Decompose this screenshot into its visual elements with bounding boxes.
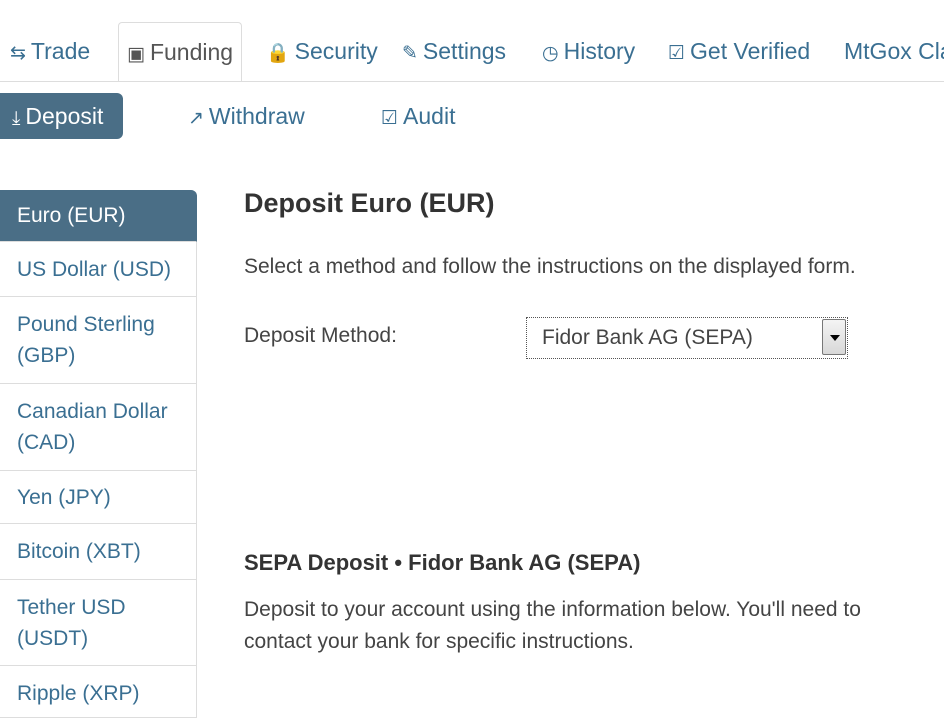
audit-button[interactable]: ☑ Audit	[381, 93, 455, 139]
page-title: Deposit Euro (EUR)	[244, 188, 495, 218]
tab-get-verified[interactable]: ☑ Get Verified	[668, 22, 810, 80]
sidebar-item-jpy[interactable]: Yen (JPY)	[0, 471, 197, 524]
sidebar-item-xbt[interactable]: Bitcoin (XBT)	[0, 524, 197, 580]
tab-label: Security	[294, 38, 378, 64]
sidebar-item-label: Tether USD (USDT)	[17, 595, 126, 650]
intro-text: Select a method and follow the instructi…	[244, 255, 856, 278]
tab-funding[interactable]: ▣ Funding	[118, 22, 243, 81]
tab-settings[interactable]: ✎ Settings	[402, 22, 506, 80]
pill-label: Deposit	[25, 103, 104, 129]
money-icon: ▣	[127, 44, 145, 65]
share-icon: ↗	[188, 108, 204, 129]
sidebar-item-eur[interactable]: Euro (EUR)	[0, 190, 197, 242]
sidebar-item-label: US Dollar (USD)	[17, 257, 172, 281]
tab-security[interactable]: 🔒 Security	[266, 22, 378, 80]
chevron-down-icon[interactable]	[822, 319, 846, 355]
check-square-icon: ☑	[668, 43, 686, 64]
tab-label: MtGox Cla	[844, 38, 944, 64]
deposit-method-value: Fidor Bank AG (SEPA)	[542, 326, 753, 349]
pill-label: Withdraw	[208, 103, 305, 129]
currency-sidebar: Euro (EUR) US Dollar (USD) Pound Sterlin…	[0, 190, 197, 718]
tab-label: Funding	[149, 39, 234, 65]
tab-trade[interactable]: ⇆ Trade	[10, 22, 90, 80]
sidebar-item-label: Canadian Dollar (CAD)	[17, 400, 168, 454]
sidebar-item-label: Bitcoin (XBT)	[17, 540, 141, 563]
clock-icon: ◷	[542, 43, 559, 64]
sidebar-item-gbp[interactable]: Pound Sterling (GBP)	[0, 297, 197, 384]
sidebar-item-label: Yen (JPY)	[17, 485, 111, 509]
wrench-icon: ✎	[402, 43, 418, 64]
deposit-button[interactable]: ⤓ Deposit	[0, 93, 124, 139]
section-title: SEPA Deposit • Fidor Bank AG (SEPA)	[244, 550, 641, 575]
sidebar-item-usdt[interactable]: Tether USD (USDT)	[0, 580, 197, 666]
deposit-method-label: Deposit Method:	[244, 324, 397, 347]
tab-history[interactable]: ◷ History	[542, 22, 635, 80]
tab-label: Trade	[30, 38, 91, 64]
tab-label: Settings	[422, 38, 507, 64]
sidebar-item-xrp[interactable]: Ripple (XRP)	[0, 666, 197, 718]
tab-label: History	[563, 38, 636, 64]
sidebar-item-label: Pound Sterling (GBP)	[17, 313, 155, 367]
sidebar-item-cad[interactable]: Canadian Dollar (CAD)	[0, 384, 197, 471]
deposit-method-select[interactable]: Fidor Bank AG (SEPA)	[526, 317, 848, 359]
sidebar-item-label: Euro (EUR)	[17, 204, 126, 227]
tab-label: Get Verified	[690, 38, 811, 64]
tab-mtgox-claims[interactable]: MtGox Cla	[844, 22, 944, 80]
exchange-icon: ⇆	[10, 43, 26, 64]
section-text: Deposit to your account using the inform…	[244, 598, 861, 653]
sidebar-item-label: Ripple (XRP)	[17, 682, 140, 705]
sidebar-item-usd[interactable]: US Dollar (USD)	[0, 242, 197, 297]
withdraw-button[interactable]: ↗ Withdraw	[188, 93, 305, 139]
download-icon: ⤓	[12, 108, 21, 129]
lock-icon: 🔒	[266, 43, 290, 64]
pill-label: Audit	[403, 103, 456, 129]
top-tab-bar: ⇆ Trade ▣ Funding 🔒 Security ✎ Settings ◷ His…	[0, 22, 944, 82]
check-square-icon: ☑	[381, 108, 399, 129]
